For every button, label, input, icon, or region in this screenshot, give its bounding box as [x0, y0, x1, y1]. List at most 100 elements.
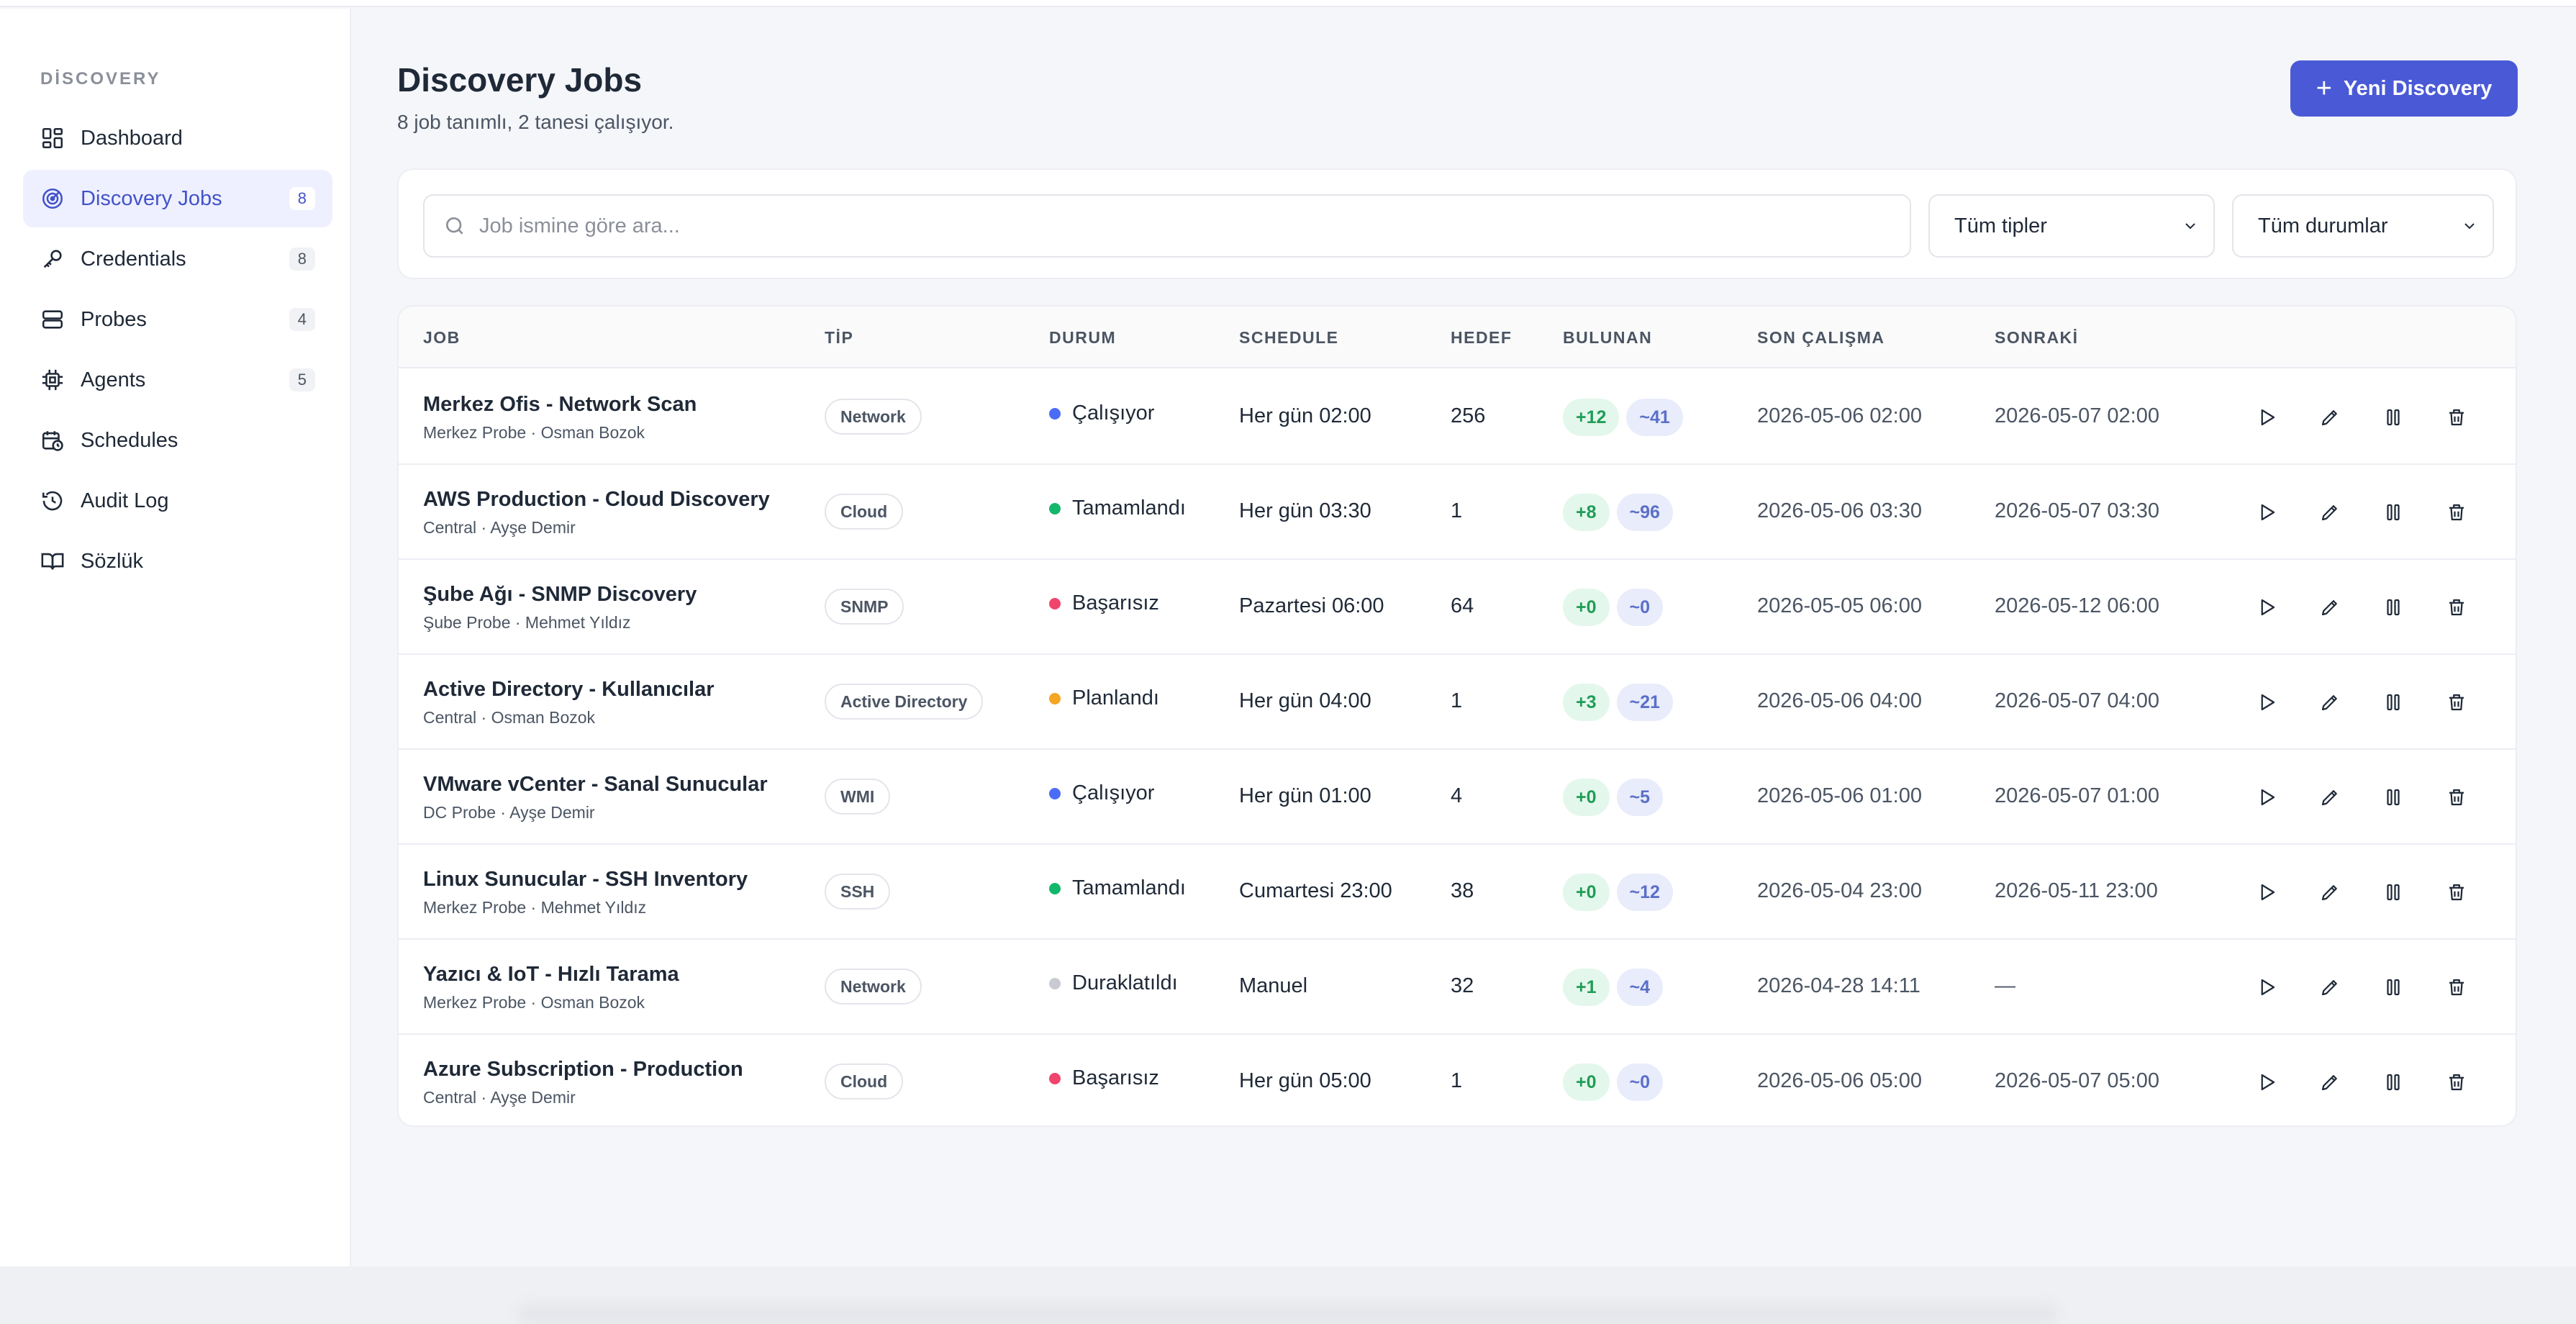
run-button[interactable]	[2248, 779, 2285, 816]
type-badge: Cloud	[825, 1064, 904, 1099]
job-name[interactable]: Şube Ağı - SNMP Discovery	[423, 583, 697, 607]
column-header-type[interactable]: TİP	[825, 328, 853, 348]
sidebar-item-agents[interactable]: Agents 5	[23, 351, 332, 409]
column-header-schedule[interactable]: SCHEDULE	[1239, 328, 1339, 348]
delete-button[interactable]	[2438, 684, 2475, 721]
last-run-time: 2026-05-04 23:00	[1757, 879, 1922, 902]
sidebar-item-probes[interactable]: Probes 4	[23, 291, 332, 348]
pause-icon	[2382, 786, 2404, 808]
run-button[interactable]	[2248, 494, 2285, 531]
edit-button[interactable]	[2311, 779, 2349, 816]
sidebar-item-dashboard[interactable]: Dashboard	[23, 109, 332, 167]
table-row[interactable]: Yazıcı & IoT - Hızlı Tarama Merkez Probe …	[399, 940, 2516, 1035]
table-row[interactable]: VMware vCenter - Sanal Sunucular DC Probe…	[399, 750, 2516, 845]
target-count: 64	[1451, 594, 1474, 617]
sidebar-item-credentials[interactable]: Credentials 8	[23, 230, 332, 288]
status-indicator: Planlandı	[1049, 686, 1159, 710]
pause-button[interactable]	[2375, 1064, 2412, 1101]
play-icon	[2256, 976, 2277, 998]
type-filter-select[interactable]: Tüm tipler	[1928, 194, 2215, 258]
job-name[interactable]: Yazıcı & IoT - Hızlı Tarama	[423, 963, 679, 987]
trash-icon	[2446, 597, 2467, 618]
pause-button[interactable]	[2375, 494, 2412, 531]
column-header-next-run[interactable]: SONRAKİ	[1995, 328, 2079, 348]
play-icon	[2256, 597, 2277, 618]
search-box[interactable]	[423, 194, 1911, 258]
job-name[interactable]: VMware vCenter - Sanal Sunucular	[423, 773, 768, 797]
play-icon	[2256, 786, 2277, 808]
sidebar-item-audit-log[interactable]: Audit Log	[23, 472, 332, 530]
delete-button[interactable]	[2438, 589, 2475, 626]
run-button[interactable]	[2248, 1064, 2285, 1101]
edit-button[interactable]	[2311, 684, 2349, 721]
run-button[interactable]	[2248, 684, 2285, 721]
delete-button[interactable]	[2438, 779, 2475, 816]
status-indicator: Çalışıyor	[1049, 781, 1154, 805]
table-row[interactable]: Azure Subscription - Production Central ·…	[399, 1035, 2516, 1125]
delete-button[interactable]	[2438, 1064, 2475, 1101]
search-input[interactable]	[479, 214, 1910, 238]
delete-button[interactable]	[2438, 874, 2475, 911]
column-header-status[interactable]: DURUM	[1049, 328, 1116, 348]
new-count-badge: +1	[1563, 969, 1610, 1006]
edit-button[interactable]	[2311, 874, 2349, 911]
job-name[interactable]: Azure Subscription - Production	[423, 1058, 743, 1082]
page-title: Discovery Jobs	[397, 61, 643, 99]
trash-icon	[2446, 692, 2467, 713]
pause-icon	[2382, 692, 2404, 713]
found-counts: +12 ~41	[1563, 399, 1690, 436]
sidebar-item-sozluk[interactable]: Sözlük	[23, 532, 332, 590]
job-name[interactable]: Merkez Ofis - Network Scan	[423, 393, 697, 417]
delete-button[interactable]	[2438, 399, 2475, 436]
edit-button[interactable]	[2311, 1064, 2349, 1101]
table-row[interactable]: Merkez Ofis - Network Scan Merkez Probe ·…	[399, 370, 2516, 465]
pause-button[interactable]	[2375, 589, 2412, 626]
pencil-icon	[2319, 597, 2341, 618]
column-header-found[interactable]: BULUNAN	[1563, 328, 1652, 348]
edit-button[interactable]	[2311, 589, 2349, 626]
run-button[interactable]	[2248, 969, 2285, 1006]
table-row[interactable]: Linux Sunucular - SSH Inventory Merkez Pr…	[399, 845, 2516, 940]
run-button[interactable]	[2248, 874, 2285, 911]
delete-button[interactable]	[2438, 494, 2475, 531]
new-discovery-button[interactable]: + Yeni Discovery	[2290, 60, 2518, 117]
sidebar-item-schedules[interactable]: Schedules	[23, 412, 332, 469]
job-name[interactable]: Active Directory - Kullanıcılar	[423, 678, 715, 702]
sidebar-item-label: Credentials	[81, 247, 186, 271]
pause-button[interactable]	[2375, 779, 2412, 816]
play-icon	[2256, 1071, 2277, 1093]
pencil-icon	[2319, 502, 2341, 523]
pause-button[interactable]	[2375, 684, 2412, 721]
history-icon	[40, 489, 65, 513]
pause-button[interactable]	[2375, 399, 2412, 436]
column-header-target[interactable]: HEDEF	[1451, 328, 1512, 348]
table-row[interactable]: Şube Ağı - SNMP Discovery Şube Probe · Me…	[399, 560, 2516, 655]
run-button[interactable]	[2248, 589, 2285, 626]
job-name[interactable]: Linux Sunucular - SSH Inventory	[423, 868, 748, 892]
edit-button[interactable]	[2311, 399, 2349, 436]
server-icon	[40, 307, 65, 332]
new-count-badge: +0	[1563, 874, 1610, 911]
column-header-job[interactable]: JOB	[423, 328, 461, 348]
edit-button[interactable]	[2311, 494, 2349, 531]
run-button[interactable]	[2248, 399, 2285, 436]
type-badge: WMI	[825, 779, 891, 815]
job-meta: Şube Probe · Mehmet Yıldız	[423, 613, 631, 632]
changed-count-badge: ~96	[1616, 494, 1673, 531]
status-indicator: Tamamlandı	[1049, 496, 1186, 520]
pause-button[interactable]	[2375, 969, 2412, 1006]
status-filter-select[interactable]: Tüm durumlar	[2232, 194, 2494, 258]
schedule-text: Her gün 02:00	[1239, 404, 1371, 427]
changed-count-badge: ~0	[1616, 1064, 1664, 1101]
table-row[interactable]: AWS Production - Cloud Discovery Central …	[399, 465, 2516, 560]
table-row[interactable]: Active Directory - Kullanıcılar Central ·…	[399, 655, 2516, 750]
status-label: Tamamlandı	[1072, 876, 1186, 899]
new-count-badge: +8	[1563, 494, 1610, 531]
sidebar-item-discovery-jobs[interactable]: Discovery Jobs 8	[23, 170, 332, 227]
pause-button[interactable]	[2375, 874, 2412, 911]
column-header-last-run[interactable]: SON ÇALIŞMA	[1757, 328, 1885, 348]
found-counts: +0 ~5	[1563, 779, 1670, 816]
edit-button[interactable]	[2311, 969, 2349, 1006]
job-name[interactable]: AWS Production - Cloud Discovery	[423, 488, 770, 512]
delete-button[interactable]	[2438, 969, 2475, 1006]
